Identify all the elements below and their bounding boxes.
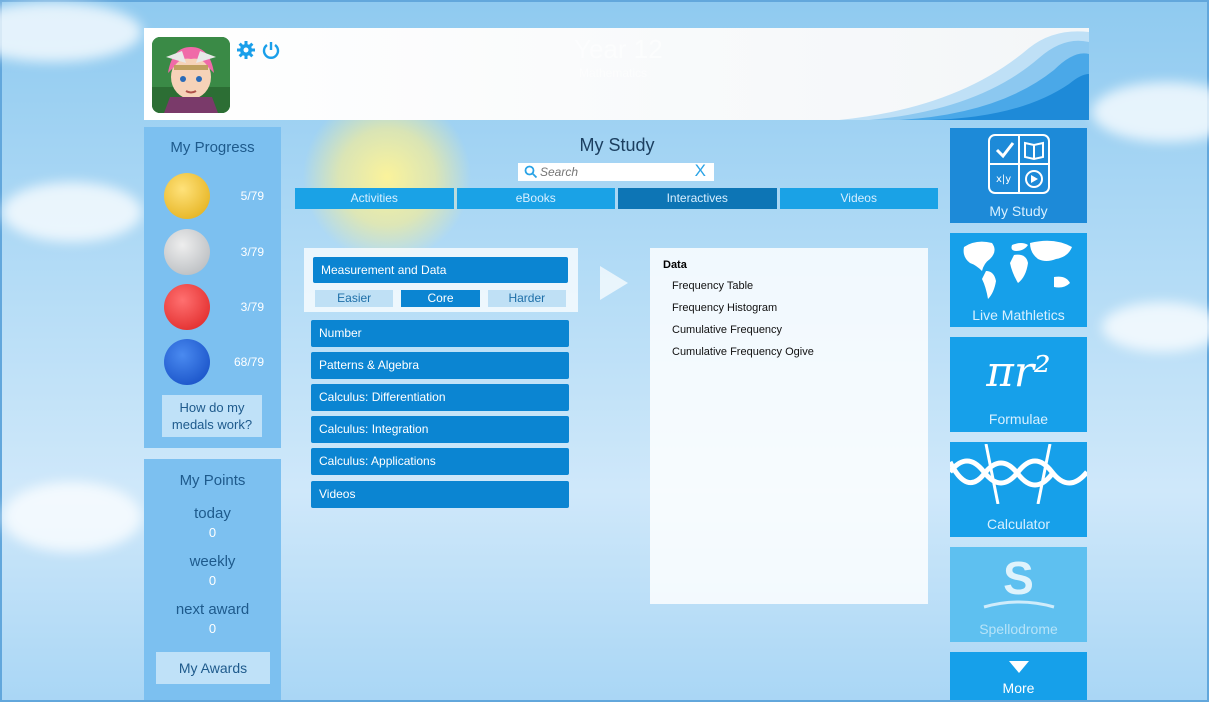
topic-calculus-applications[interactable]: Calculus: Applications — [311, 448, 569, 475]
search-icon — [524, 165, 538, 184]
nav-label: My Study — [989, 203, 1048, 219]
topic-calculus-integration[interactable]: Calculus: Integration — [311, 416, 569, 443]
nav-my-study[interactable]: x|y My Study — [950, 128, 1087, 223]
cloud — [2, 182, 142, 242]
medals-help-line2: medals work? — [171, 417, 253, 432]
medal-count: 3/79 — [240, 300, 264, 314]
page-title: My Study — [579, 135, 655, 155]
topic-number[interactable]: Number — [311, 320, 569, 347]
weekly-label: weekly — [189, 553, 236, 570]
nav-label: More — [1002, 680, 1035, 696]
section-heading: Data — [663, 259, 687, 271]
nav-label: Calculator — [986, 516, 1051, 532]
list-item[interactable]: Frequency Histogram — [672, 302, 777, 314]
expand-arrow-icon — [600, 266, 628, 300]
topic-patterns-algebra[interactable]: Patterns & Algebra — [311, 352, 569, 379]
wave-graph-icon — [947, 443, 1089, 509]
nav-label: Live Mathletics — [972, 307, 1065, 323]
nav-spellodrome[interactable]: S Spellodrome — [950, 547, 1087, 642]
header-wave-decoration — [839, 31, 1089, 120]
weekly-value: 0 — [208, 573, 217, 588]
avatar[interactable] — [152, 37, 230, 113]
today-value: 0 — [208, 525, 217, 540]
cloud — [1102, 302, 1209, 352]
difficulty-easier[interactable]: Easier — [315, 290, 394, 307]
gold-medal-icon — [164, 173, 210, 219]
medal-row-gold: 5/79 — [164, 173, 274, 219]
medal-row-blue: 68/79 — [164, 339, 274, 385]
tab-activities[interactable]: Activities — [295, 188, 454, 209]
topic-measurement-and-data[interactable]: Measurement and Data — [313, 257, 568, 283]
nav-calculator[interactable]: Calculator — [947, 442, 1089, 537]
medal-row-red: 3/79 — [164, 284, 274, 330]
avatar-image — [152, 37, 230, 113]
nav-live-mathletics[interactable]: Live Mathletics — [950, 233, 1087, 327]
today-label: today — [194, 505, 231, 522]
list-item[interactable]: Cumulative Frequency — [672, 324, 782, 336]
next-award-label: next award — [175, 601, 250, 618]
content-tabs: Activities eBooks Interactives Videos — [295, 188, 938, 209]
gear-icon[interactable] — [236, 40, 256, 60]
world-map-icon — [958, 237, 1080, 308]
cloud — [0, 2, 142, 62]
chevron-down-icon — [1009, 660, 1029, 678]
medals-help-button[interactable]: How do my medals work? — [162, 395, 262, 437]
svg-text:x|y: x|y — [996, 174, 1011, 185]
difficulty-core[interactable]: Core — [401, 290, 480, 307]
spellodrome-floor-icon — [980, 595, 1058, 620]
my-progress-panel: My Progress 5/79 3/79 3/79 68/79 How do … — [144, 127, 281, 448]
cloud — [1092, 82, 1209, 142]
next-award-value: 0 — [208, 621, 217, 636]
power-icon[interactable] — [261, 40, 281, 60]
nav-label: Spellodrome — [979, 621, 1058, 637]
search-box: X — [518, 161, 714, 184]
my-points-title: My Points — [179, 472, 246, 489]
medal-count: 5/79 — [240, 189, 264, 203]
list-item[interactable]: Frequency Table — [672, 280, 753, 292]
nav-formulae[interactable]: πr² Formulae — [950, 337, 1087, 432]
my-study-icon: x|y — [988, 134, 1050, 199]
nav-more[interactable]: More — [950, 652, 1087, 700]
header-title: Year 12 — [574, 34, 663, 64]
tab-ebooks[interactable]: eBooks — [456, 188, 615, 209]
topic-videos[interactable]: Videos — [311, 481, 569, 508]
difficulty-harder[interactable]: Harder — [487, 290, 566, 307]
list-item[interactable]: Cumulative Frequency Ogive — [672, 346, 814, 358]
header: Year 12 Mathematics — [144, 28, 1089, 120]
nav-label: Formulae — [988, 411, 1049, 427]
medal-row-silver: 3/79 — [164, 229, 274, 275]
formulae-icon: πr² — [986, 347, 1051, 396]
tab-videos[interactable]: Videos — [779, 188, 938, 209]
medals-help-line1: How do my — [179, 400, 245, 415]
blue-medal-icon — [164, 339, 210, 385]
topic-calculus-differentiation[interactable]: Calculus: Differentiation — [311, 384, 569, 411]
medal-count: 68/79 — [233, 355, 264, 369]
difficulty-selector: Easier Core Harder — [315, 290, 566, 307]
red-medal-icon — [164, 284, 210, 330]
my-points-panel: My Points today 0 weekly 0 next award 0 … — [144, 459, 281, 700]
header-subtitle: Mathematics — [579, 66, 648, 80]
silver-medal-icon — [164, 229, 210, 275]
interactives-list-panel: Data Frequency Table Frequency Histogram… — [650, 248, 928, 604]
my-awards-button[interactable]: My Awards — [156, 652, 270, 684]
tab-interactives[interactable]: Interactives — [618, 188, 777, 209]
cloud — [2, 482, 142, 552]
my-progress-title: My Progress — [170, 139, 255, 156]
clear-search-button[interactable]: X — [695, 161, 706, 181]
search-input[interactable] — [540, 164, 680, 180]
medal-count: 3/79 — [240, 245, 264, 259]
